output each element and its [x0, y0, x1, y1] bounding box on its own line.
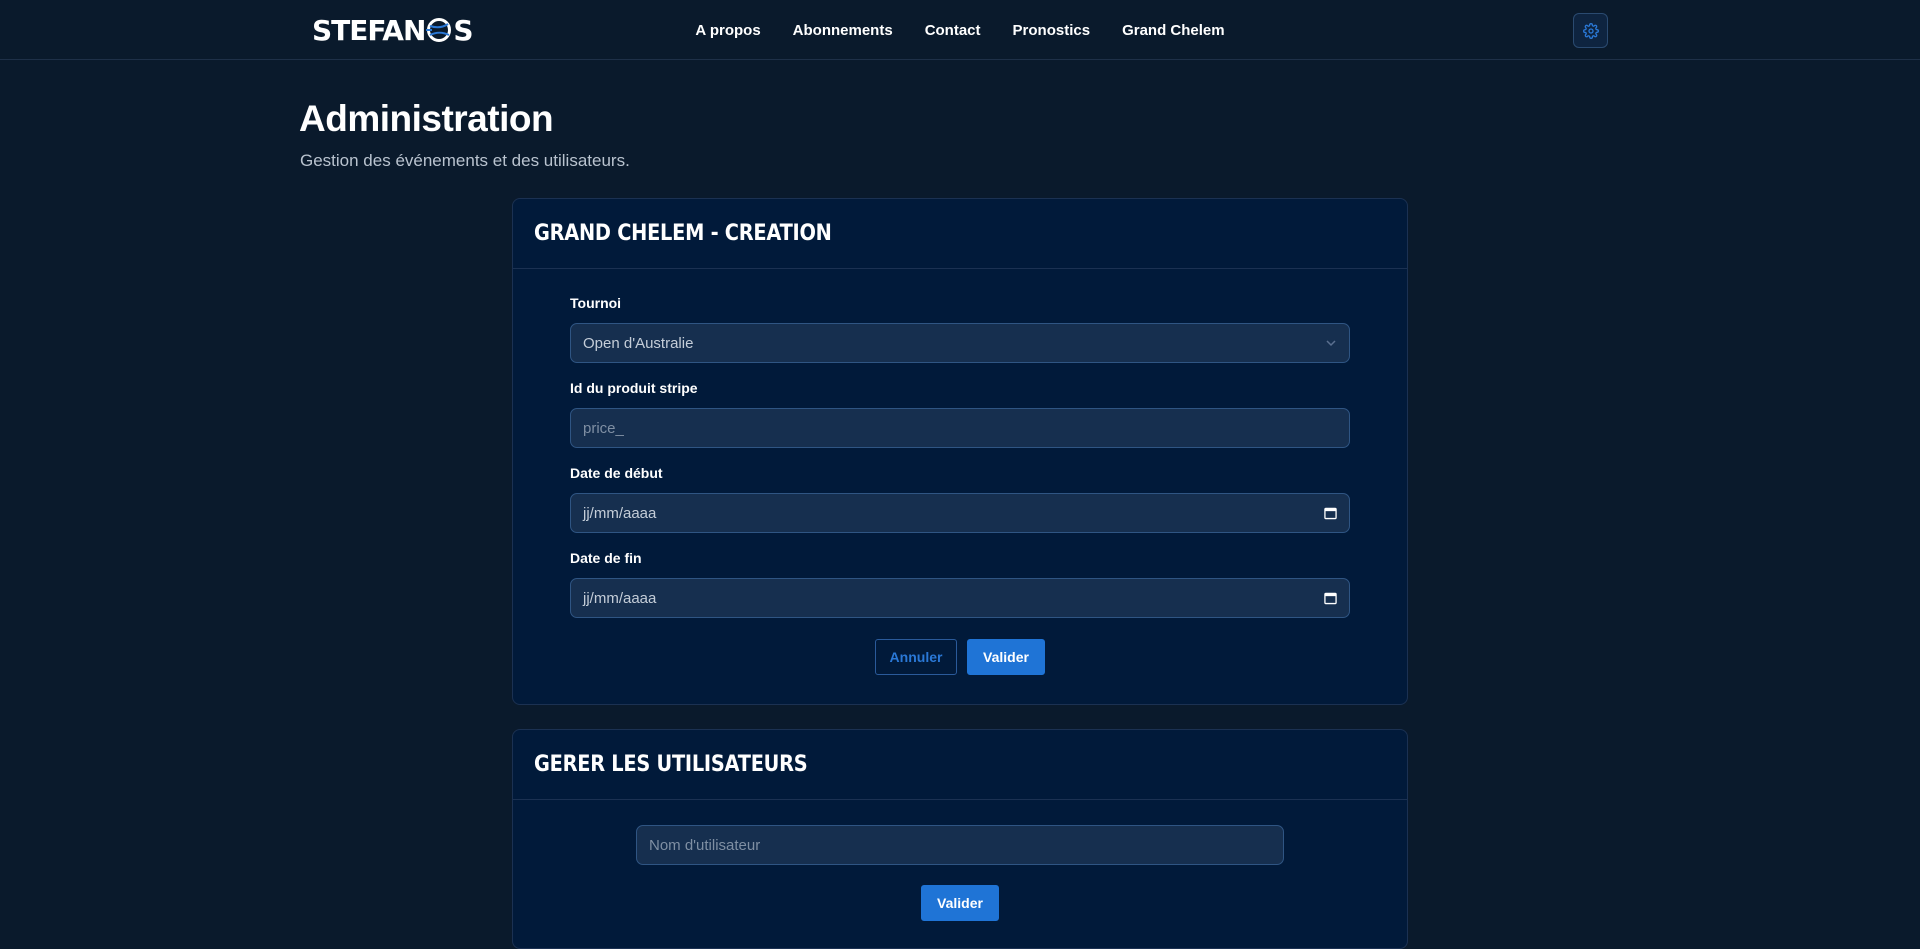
calendar-icon[interactable] [1324, 507, 1337, 520]
card-title: GERER LES UTILISATEURS [534, 752, 808, 777]
stripe-id-label: Id du produit stripe [570, 380, 698, 396]
grand-chelem-creation-card: GRAND CHELEM - CREATION Tournoi Open d'A… [512, 198, 1408, 705]
nav-link-a-propos[interactable]: A propos [695, 22, 760, 39]
chevron-down-icon [1325, 337, 1337, 349]
calendar-icon[interactable] [1324, 592, 1337, 605]
page-title: Administration [299, 98, 554, 139]
username-input[interactable]: Nom d'utilisateur [636, 825, 1284, 865]
site-logo[interactable]: STEFAN S [312, 13, 474, 47]
main-nav: A propos Abonnements Contact Pronostics … [0, 0, 1920, 60]
nav-link-pronostics[interactable]: Pronostics [1013, 22, 1091, 39]
stripe-id-input[interactable]: price_ [570, 408, 1350, 448]
submit-button[interactable]: Valider [921, 885, 999, 921]
end-date-input[interactable]: jj/mm/aaaa [570, 578, 1350, 618]
top-navbar: STEFAN S A propos Abonnements Contact Pr… [0, 0, 1920, 60]
submit-button[interactable]: Valider [967, 639, 1045, 675]
gear-icon [1582, 22, 1599, 39]
settings-button[interactable] [1573, 13, 1608, 48]
start-date-label: Date de début [570, 465, 663, 481]
nav-link-contact[interactable]: Contact [925, 22, 981, 39]
username-placeholder: Nom d'utilisateur [649, 836, 761, 854]
page-subtitle: Gestion des événements et des utilisateu… [300, 151, 630, 170]
logo-text-right: S [453, 13, 473, 47]
tennis-ball-icon [426, 18, 452, 42]
card-header: GERER LES UTILISATEURS [513, 730, 1407, 800]
start-date-value: jj/mm/aaaa [583, 504, 657, 522]
end-date-label: Date de fin [570, 550, 642, 566]
tournoi-label: Tournoi [570, 295, 622, 311]
tournoi-select[interactable]: Open d'Australie [570, 323, 1350, 363]
card-header: GRAND CHELEM - CREATION [513, 199, 1407, 269]
nav-link-abonnements[interactable]: Abonnements [793, 22, 893, 39]
nav-link-grand-chelem[interactable]: Grand Chelem [1122, 22, 1225, 39]
start-date-input[interactable]: jj/mm/aaaa [570, 493, 1350, 533]
logo-text-left: STEFAN [312, 13, 426, 47]
stripe-id-placeholder: price_ [583, 419, 624, 437]
tournoi-selected-value: Open d'Australie [583, 334, 694, 352]
end-date-value: jj/mm/aaaa [583, 589, 657, 607]
manage-users-card: GERER LES UTILISATEURS Nom d'utilisateur… [512, 729, 1408, 949]
card-title: GRAND CHELEM - CREATION [534, 221, 832, 246]
cancel-button[interactable]: Annuler [875, 639, 957, 675]
